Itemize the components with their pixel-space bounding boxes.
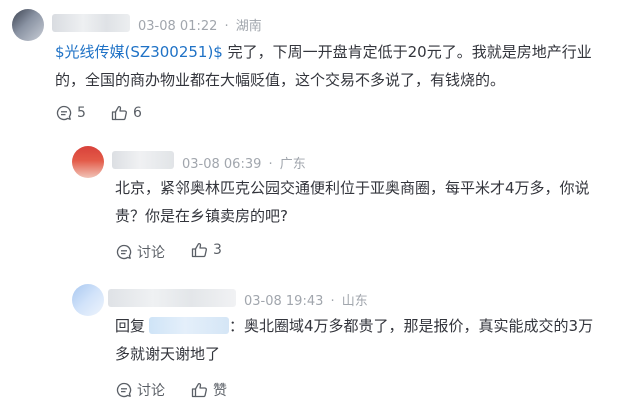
comment-meta: 03-08 06:39 · 广东 (182, 153, 306, 172)
location: 山东 (341, 294, 368, 309)
reply-count: 5 (77, 105, 86, 121)
like-label: 赞 (213, 383, 227, 399)
username-blurred[interactable] (52, 14, 130, 32)
timestamp: 03-08 19:43 (244, 294, 324, 309)
comment-line-1-text: ：奥北圈域4万多都贵了，那是报价，真实能成交的3万 (229, 317, 594, 335)
like-count: 6 (133, 105, 142, 121)
comment-text: 北京，紧邻奥林匹克公园交通便利位于亚奥商圈，每平米才4万多，你说 贵？你是在乡镇… (115, 174, 620, 230)
comment-line-2: 贵？你是在乡镇卖房的吧? (115, 207, 288, 225)
like-count: 3 (213, 242, 222, 258)
mentioned-user-blurred[interactable] (149, 317, 230, 334)
username-blurred[interactable] (108, 289, 236, 307)
comment-bubble-icon (116, 244, 132, 260)
comment-line-1-text: 完了，下周一开盘肯定低于20元了。我就是房地产行业 (222, 43, 592, 61)
comment-bubble-icon (56, 105, 72, 121)
avatar[interactable] (72, 146, 104, 178)
comment-line-1: 回复 ：奥北圈域4万多都贵了，那是报价，真实能成交的3万 (115, 312, 620, 340)
timestamp: 03-08 01:22 (138, 19, 218, 34)
reply-label: 讨论 (137, 245, 165, 261)
location: 湖南 (235, 19, 262, 34)
reply-label: 讨论 (137, 383, 165, 399)
meta-separator: · (330, 294, 335, 309)
comment-line-1: 北京，紧邻奥林匹克公园交通便利位于亚奥商圈，每平米才4万多，你说 (115, 179, 590, 197)
meta-separator: · (224, 19, 229, 34)
comment-text: 回复 ：奥北圈域4万多都贵了，那是报价，真实能成交的3万 多就谢天谢地了 (115, 312, 620, 368)
comment-meta: 03-08 01:22 · 湖南 (138, 15, 262, 34)
stock-tag-link[interactable]: $光线传媒(SZ300251)$ (55, 43, 223, 61)
comment-meta: 03-08 19:43 · 山东 (244, 290, 368, 309)
comment-line-1: $光线传媒(SZ300251)$ 完了，下周一开盘肯定低于20元了。我就是房地产… (55, 38, 615, 66)
username-blurred[interactable] (112, 151, 174, 169)
reply-prefix: 回复 (115, 317, 146, 335)
comment-line-2: 的，全国的商办物业都在大幅贬值，这个交易不多说了，有钱烧的。 (55, 71, 506, 89)
comment-text: $光线传媒(SZ300251)$ 完了，下周一开盘肯定低于20元了。我就是房地产… (55, 38, 615, 94)
like-button[interactable]: 赞 (191, 380, 227, 400)
avatar[interactable] (72, 284, 104, 316)
thumbs-up-icon (191, 242, 207, 258)
meta-separator: · (268, 157, 273, 172)
reply-button[interactable]: 讨论 (116, 380, 165, 400)
comment-bubble-icon (116, 382, 132, 398)
like-button[interactable]: 3 (191, 242, 222, 258)
thumbs-up-icon (111, 105, 127, 121)
like-button[interactable]: 6 (111, 105, 142, 121)
reply-button[interactable]: 讨论 (116, 242, 165, 262)
reply-button[interactable]: 5 (56, 105, 86, 121)
comment-line-2: 多就谢天谢地了 (115, 345, 221, 363)
timestamp: 03-08 06:39 (182, 157, 262, 172)
location: 广东 (279, 157, 306, 172)
avatar[interactable] (12, 9, 44, 41)
thumbs-up-icon (191, 382, 207, 398)
